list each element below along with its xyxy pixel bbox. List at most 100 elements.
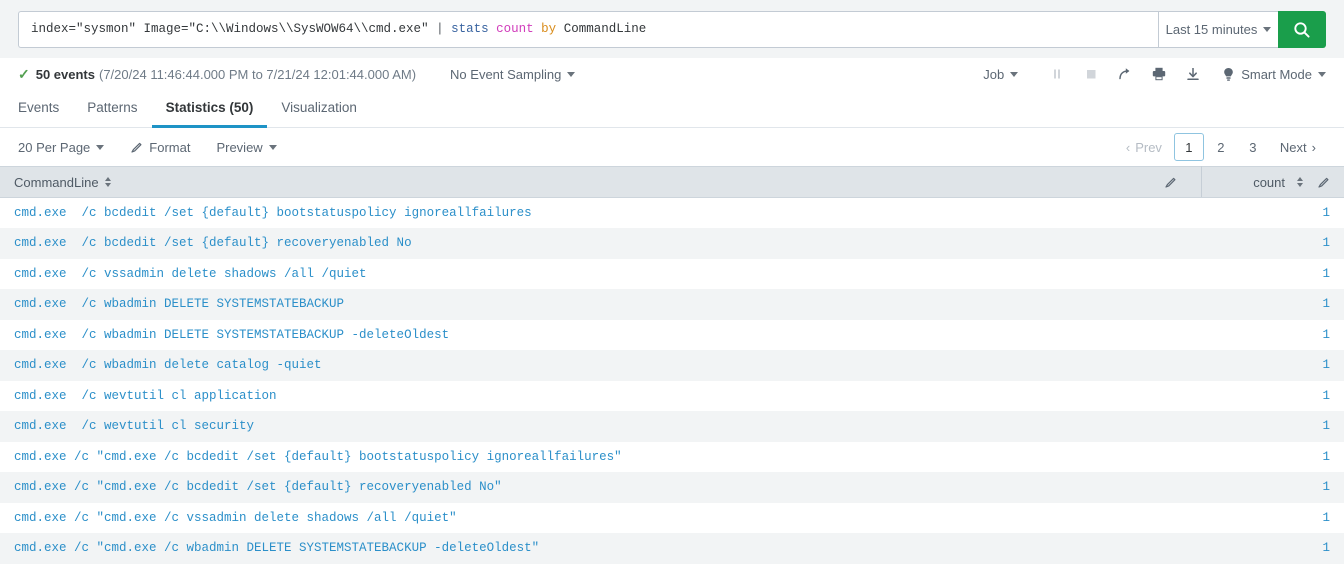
column-header-commandline-label: CommandLine [14,174,99,190]
share-button[interactable] [1108,61,1142,87]
query-keyword: by [541,22,557,37]
cell-commandline[interactable]: cmd.exe /c wbadmin DELETE SYSTEMSTATEBAC… [0,289,1142,320]
cell-count[interactable]: 1 [1201,472,1344,503]
search-button[interactable] [1278,11,1326,48]
cell-count[interactable]: 1 [1201,197,1344,228]
table-row: cmd.exe /c "cmd.exe /c vssadmin delete s… [0,502,1344,533]
event-count: 50 events [35,66,95,82]
cell-commandline[interactable]: cmd.exe /c "cmd.exe /c wbadmin DELETE SY… [0,533,1142,564]
table-row: cmd.exe /c wbadmin DELETE SYSTEMSTATEBAC… [0,319,1344,350]
page-button-3[interactable]: 3 [1238,133,1268,161]
results-tabs: Events Patterns Statistics (50) Visualiz… [0,90,1344,128]
chevron-down-icon [1263,27,1272,32]
sort-icon[interactable] [1297,177,1303,187]
preview-dropdown[interactable]: Preview [216,140,277,155]
query-function: count [496,22,534,37]
cell-count[interactable]: 1 [1201,319,1344,350]
page-button-2[interactable]: 2 [1206,133,1236,161]
cell-count[interactable]: 1 [1201,533,1344,564]
chevron-down-icon [1318,71,1326,77]
pencil-icon [1165,177,1176,188]
query-field: CommandLine [563,22,647,37]
cell-spacer [1141,350,1202,381]
page-button-1[interactable]: 1 [1173,133,1204,161]
column-header-commandline[interactable]: CommandLine [0,166,1142,198]
cell-spacer [1141,380,1202,411]
table-row: cmd.exe /c wbadmin DELETE SYSTEMSTATEBAC… [0,289,1344,320]
tab-patterns[interactable]: Patterns [73,90,151,128]
pencil-icon [131,142,142,153]
pause-button[interactable] [1040,61,1074,87]
cell-commandline[interactable]: cmd.exe /c "cmd.exe /c bcdedit /set {def… [0,472,1142,503]
pause-icon [1054,69,1061,79]
cell-spacer [1141,228,1202,259]
tab-events[interactable]: Events [18,90,73,128]
cell-count[interactable]: 1 [1201,411,1344,442]
cell-commandline[interactable]: cmd.exe /c wbadmin DELETE SYSTEMSTATEBAC… [0,319,1142,350]
cell-commandline[interactable]: cmd.exe /c "cmd.exe /c vssadmin delete s… [0,502,1142,533]
job-label: Job [983,66,1005,82]
chevron-down-icon [268,144,277,150]
printer-icon [1152,67,1166,81]
cell-count[interactable]: 1 [1201,502,1344,533]
column-edit-commandline[interactable] [1141,166,1202,198]
event-time-range: (7/20/24 11:46:44.000 PM to 7/21/24 12:0… [99,66,417,82]
cell-spacer [1141,289,1202,320]
prev-page-button[interactable]: ‹ Prev [1116,133,1172,161]
table-row: cmd.exe /c wevtutil cl application 1 [0,380,1344,411]
query-pipe: | [436,22,452,37]
cell-spacer [1141,533,1202,564]
cell-commandline[interactable]: cmd.exe /c "cmd.exe /c bcdedit /set {def… [0,441,1142,472]
time-range-picker[interactable]: Last 15 minutes [1158,11,1278,48]
share-arrow-icon [1119,68,1130,80]
job-dropdown[interactable]: Job [983,66,1019,82]
cell-commandline[interactable]: cmd.exe /c wevtutil cl application [0,380,1142,411]
cell-count[interactable]: 1 [1201,350,1344,381]
next-page-button[interactable]: Next › [1270,133,1326,161]
check-icon: ✓ [18,65,30,82]
search-query-text: index="sysmon" Image="C:\\Windows\\SysWO… [31,21,646,37]
event-sampling-label: No Event Sampling [450,66,562,82]
cell-commandline[interactable]: cmd.exe /c wevtutil cl security [0,411,1142,442]
tab-visualization[interactable]: Visualization [267,90,371,128]
cell-commandline[interactable]: cmd.exe /c bcdedit /set {default} recove… [0,228,1142,259]
search-mode-dropdown[interactable]: Smart Mode [1222,67,1326,82]
cell-count[interactable]: 1 [1201,441,1344,472]
cell-commandline[interactable]: cmd.exe /c wbadmin delete catalog -quiet [0,350,1142,381]
event-sampling-dropdown[interactable]: No Event Sampling [450,66,576,82]
column-header-count-label: count [1253,174,1285,190]
table-header-row: CommandLine count [0,166,1344,198]
table-row: cmd.exe /c bcdedit /set {default} recove… [0,228,1344,259]
pencil-icon [1318,177,1329,188]
stop-button[interactable] [1074,61,1108,87]
cell-commandline[interactable]: cmd.exe /c bcdedit /set {default} bootst… [0,197,1142,228]
cell-spacer [1141,502,1202,533]
stop-icon [1087,70,1096,79]
sort-icon[interactable] [104,177,111,187]
table-row: cmd.exe /c bcdedit /set {default} bootst… [0,197,1344,228]
cell-commandline[interactable]: cmd.exe /c vssadmin delete shadows /all … [0,258,1142,289]
cell-count[interactable]: 1 [1201,289,1344,320]
query-space-3 [556,22,564,36]
per-page-dropdown[interactable]: 20 Per Page [18,140,105,155]
lightbulb-icon [1224,67,1233,81]
results-toolbar: 20 Per Page Format Preview ‹ Prev 1 2 3 N… [0,128,1344,166]
column-header-count[interactable]: count [1201,166,1344,198]
chevron-down-icon [96,144,105,150]
cell-count[interactable]: 1 [1201,228,1344,259]
tab-statistics[interactable]: Statistics (50) [151,90,268,128]
cell-count[interactable]: 1 [1201,258,1344,289]
export-button[interactable] [1176,61,1210,87]
format-button[interactable]: Format [130,140,190,155]
table-row: cmd.exe /c wevtutil cl security 1 [0,411,1344,442]
search-input[interactable]: index="sysmon" Image="C:\\Windows\\SysWO… [18,11,1158,48]
job-controls: Job Smart Mode [983,61,1326,87]
cell-count[interactable]: 1 [1201,380,1344,411]
print-button[interactable] [1142,61,1176,87]
pagination: ‹ Prev 1 2 3 Next › [1116,133,1326,161]
table-header: CommandLine count [0,166,1344,198]
table-row: cmd.exe /c wbadmin delete catalog -quiet… [0,350,1344,381]
table-row: cmd.exe /c "cmd.exe /c bcdedit /set {def… [0,441,1344,472]
query-space-1 [489,22,497,36]
table-row: cmd.exe /c "cmd.exe /c wbadmin DELETE SY… [0,533,1344,564]
